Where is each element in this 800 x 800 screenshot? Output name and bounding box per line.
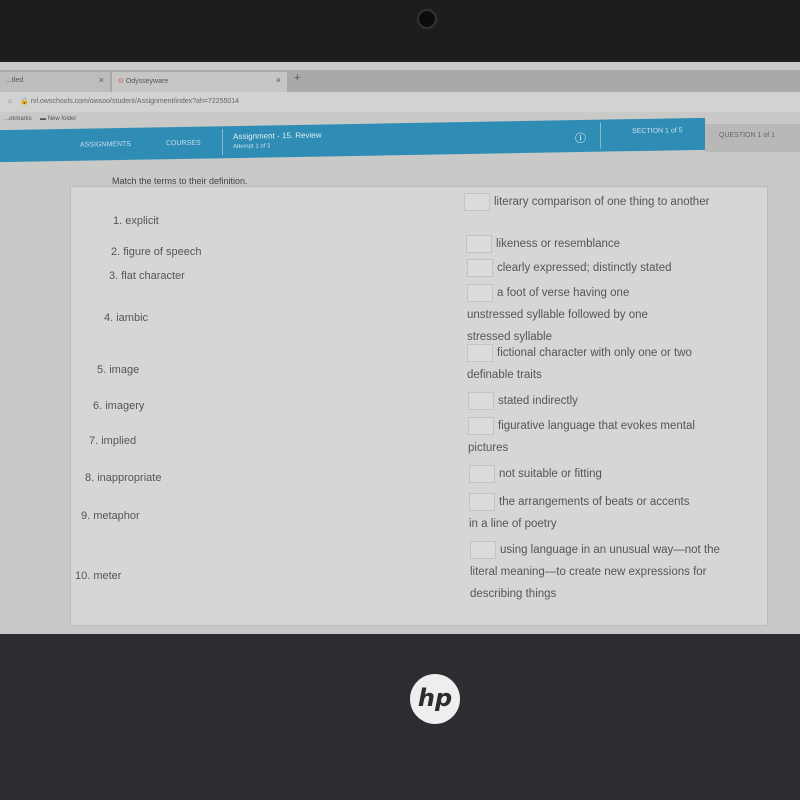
laptop-bezel-top (0, 0, 800, 66)
definition-item: clearly expressed; distinctly stated (467, 257, 727, 279)
instruction: Match the terms to their definition. (112, 176, 248, 186)
close-icon[interactable]: × (99, 75, 104, 85)
tab-label: ...tled (6, 77, 24, 84)
term: 2. figure of speech (111, 246, 202, 258)
term: 8. inappropriate (85, 472, 162, 484)
hp-logo: hp (410, 674, 460, 724)
tab-strip: ...tled × ⊙ Odysseyware × + (0, 70, 800, 92)
definition-text: literary comparison of one thing to anot… (494, 196, 710, 208)
home-icon[interactable]: ⌂ (8, 98, 12, 105)
laptop-bezel-bottom (0, 634, 800, 800)
tab-odysseyware[interactable]: ⊙ Odysseyware × (112, 72, 287, 92)
definition-item: likeness or resemblance (466, 233, 726, 255)
answer-drop-box[interactable] (464, 192, 490, 211)
answer-drop-box[interactable] (466, 234, 492, 253)
nav-divider (600, 122, 601, 149)
close-icon[interactable]: × (276, 75, 281, 85)
term: 10. meter (75, 570, 122, 582)
bookmark-new-folder[interactable]: New folder (48, 116, 77, 122)
definition-text: figurative language that evokes mental p… (468, 420, 695, 454)
question-indicator: QUESTION 1 of 1 (705, 124, 800, 152)
info-icon[interactable]: ⓘ (575, 130, 586, 146)
definition-text: the arrangements of beats or accents in … (469, 496, 690, 530)
definition-item: the arrangements of beats or accents in … (469, 491, 699, 535)
section-indicator[interactable]: SECTION 1 of 5 (632, 127, 683, 135)
definition-text: fictional character with only one or two… (467, 347, 692, 381)
definition-text: not suitable or fitting (499, 468, 602, 480)
tab-label: Odysseyware (125, 78, 169, 85)
definition-item: literary comparison of one thing to anot… (464, 191, 724, 213)
attempt-text: Attempt 1 of 3 (233, 143, 271, 151)
nav-assignments[interactable]: ASSIGNMENTS (80, 141, 131, 149)
term: 5. image (97, 364, 140, 376)
matching-panel: 1. explicit 2. figure of speech 3. flat … (70, 186, 768, 626)
odysseyware-icon: ⊙ (118, 78, 126, 85)
nav-courses[interactable]: COURSES (166, 140, 201, 148)
nav-divider (222, 129, 223, 156)
lock-icon: 🔒 (20, 98, 29, 105)
answer-drop-box[interactable] (468, 391, 494, 410)
definition-item: figurative language that evokes mental p… (468, 415, 708, 459)
assignment-title: Assignment - 15. Review (233, 130, 322, 142)
term: 9. metaphor (81, 510, 140, 522)
answer-drop-box[interactable] (467, 283, 493, 302)
definition-item: fictional character with only one or two… (467, 342, 717, 386)
new-tab-button[interactable]: + (294, 72, 300, 84)
term: 1. explicit (113, 215, 159, 227)
address-bar[interactable]: ⌂ 🔒 rvl.owschools.com/owsoo/student/Assi… (0, 92, 800, 112)
tab-untitled[interactable]: ...tled × (0, 72, 110, 92)
definition-text: using language in an unusual way—not the… (470, 544, 720, 600)
term: 3. flat character (109, 270, 185, 282)
definition-item: a foot of verse having one unstressed sy… (467, 282, 687, 348)
folder-icon: ▬ (40, 116, 47, 122)
answer-drop-box[interactable] (470, 540, 496, 559)
webcam (417, 9, 437, 29)
answer-drop-box[interactable] (469, 492, 495, 511)
definition-item: not suitable or fitting (469, 463, 729, 485)
definition-item: using language in an unusual way—not the… (470, 539, 740, 605)
definition-text: likeness or resemblance (496, 238, 621, 250)
definition-text: clearly expressed; distinctly stated (497, 262, 672, 274)
answer-drop-box[interactable] (469, 464, 495, 483)
definition-text: stated indirectly (498, 395, 578, 407)
answer-drop-box[interactable] (467, 258, 493, 277)
definition-text: a foot of verse having one unstressed sy… (467, 287, 648, 343)
term: 6. imagery (93, 400, 145, 412)
term: 7. implied (89, 435, 137, 447)
answer-drop-box[interactable] (468, 416, 494, 435)
bookmarks-label[interactable]: ...okmarks (4, 116, 32, 122)
definition-item: stated indirectly (468, 390, 728, 412)
term: 4. iambic (104, 312, 149, 324)
url-text: rvl.owschools.com/owsoo/student/Assignme… (30, 98, 240, 105)
screen: ...tled × ⊙ Odysseyware × + ⌂ 🔒 rvl.owscho… (0, 62, 800, 634)
answer-drop-box[interactable] (467, 343, 493, 362)
